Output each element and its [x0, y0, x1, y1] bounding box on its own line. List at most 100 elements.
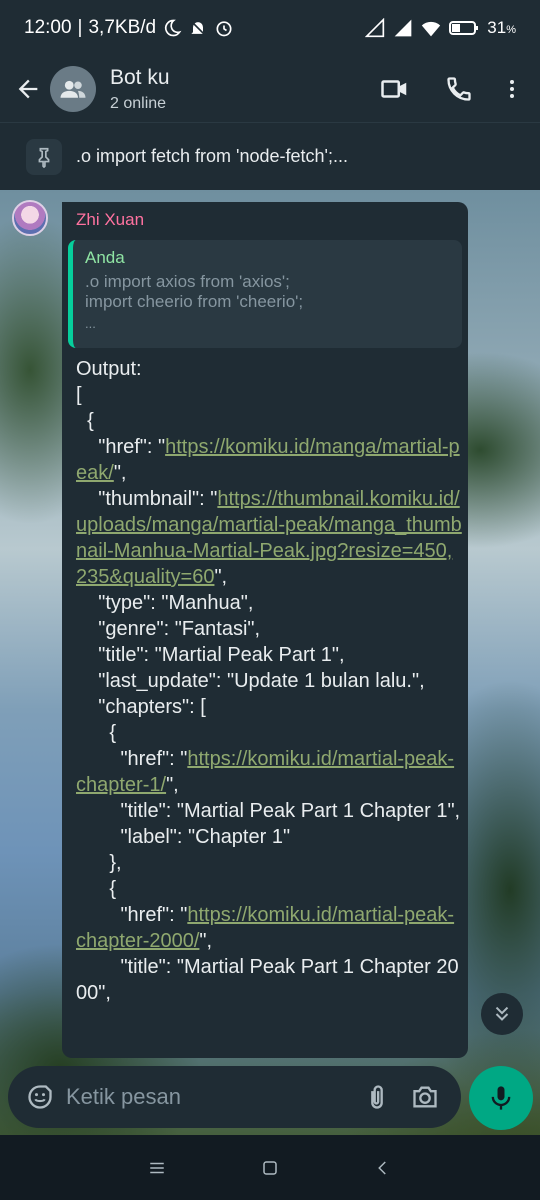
message-line-text: ",	[214, 566, 228, 588]
sender-avatar[interactable]	[12, 200, 48, 236]
chat-title-area[interactable]: Bot ku 2 online	[110, 66, 170, 113]
message-text: Output: [ { "href": "https://komiku.id/ma…	[76, 356, 462, 1006]
message-line-text: "href": "	[76, 436, 166, 458]
message-line: "last_update": "Update 1 bulan lalu.",	[76, 668, 462, 694]
double-chevron-down-icon	[495, 1006, 509, 1021]
scroll-to-bottom-button[interactable]	[481, 993, 523, 1035]
message-line-text: },	[76, 852, 122, 874]
message-line: "title": "Martial Peak Part 1 Chapter 1"…	[76, 798, 462, 824]
status-bar: 12:00 | 3,7KB/d 31%	[0, 0, 540, 56]
message-line: {	[76, 408, 462, 434]
emoji-button[interactable]	[18, 1075, 62, 1119]
message-line-text: "title": "Martial Peak Part 1 Chapter 1"…	[76, 800, 461, 822]
pin-icon	[38, 147, 50, 168]
message-line-text: {	[76, 878, 117, 900]
more-vert-icon	[510, 80, 514, 98]
message-line: {	[76, 876, 462, 902]
message-line-text: {	[76, 410, 94, 432]
message-composer	[8, 1066, 461, 1128]
message-line-text: "href": "	[76, 904, 188, 926]
message-line-text: "title": "Martial Peak Part 1 Chapter 20…	[76, 956, 459, 1004]
video-call-icon	[381, 80, 407, 98]
microphone-icon	[491, 1086, 511, 1110]
group-avatar[interactable]	[50, 66, 96, 112]
menu-lines-icon	[149, 1162, 164, 1174]
pinned-message-text: .o import fetch from 'node-fetch';...	[76, 146, 348, 166]
chevron-left-icon	[378, 1161, 387, 1175]
message-line: {	[76, 720, 462, 746]
wifi-icon	[422, 21, 441, 37]
bell-off-icon	[190, 20, 206, 36]
chat-subtitle: 2 online	[110, 94, 167, 112]
message-line-text: "last_update": "Update 1 bulan lalu.",	[76, 670, 425, 692]
message-input[interactable]	[66, 1084, 336, 1110]
message-line: "href": "https://komiku.id/manga/martial…	[76, 434, 462, 486]
attach-button[interactable]	[355, 1075, 399, 1119]
chat-header: Bot ku 2 online	[0, 56, 540, 122]
chat-title: Bot ku	[110, 65, 170, 89]
back-arrow-icon	[18, 79, 38, 99]
message-line: "thumbnail": "https://thumbnail.komiku.i…	[76, 486, 462, 590]
message-line-text: Output:	[76, 358, 142, 380]
message-bubble[interactable]: Zhi Xuan Anda .o import axios from 'axio…	[62, 202, 468, 1058]
status-net-speed: 3,7KB/d	[88, 17, 157, 38]
message-line: },	[76, 850, 462, 876]
alarm-icon	[216, 21, 232, 37]
nav-home-button[interactable]	[250, 1148, 290, 1188]
camera-button[interactable]	[403, 1075, 447, 1119]
message-line-text: ",	[199, 930, 213, 952]
group-avatar-icon	[60, 80, 86, 98]
status-time: 12:00	[24, 17, 72, 38]
nav-back-button[interactable]	[363, 1148, 403, 1188]
back-button[interactable]	[6, 67, 50, 111]
quoted-line-2: import cheerio from 'cheerio';	[85, 292, 304, 311]
signal-icon	[365, 18, 385, 38]
message-line-text: {	[76, 722, 117, 744]
battery-unit: %	[506, 24, 516, 36]
message-line-text: "label": "Chapter 1"	[76, 826, 291, 848]
camera-icon	[413, 1086, 437, 1108]
message-line-text: [	[76, 384, 82, 406]
message-line: [	[76, 382, 462, 408]
video-call-button[interactable]	[366, 65, 424, 113]
message-line-text: "href": "	[76, 748, 188, 770]
message-line-text: ",	[113, 462, 127, 484]
message-line-text: "type": "Manhua",	[76, 592, 254, 614]
system-nav-bar	[0, 1136, 540, 1200]
message-line: "chapters": [	[76, 694, 462, 720]
message-line-text: "genre": "Fantasi",	[76, 618, 261, 640]
status-left: 12:00 | 3,7KB/d	[24, 17, 234, 39]
moon-icon	[165, 19, 182, 37]
voice-call-button[interactable]	[430, 65, 488, 113]
message-line: "label": "Chapter 1"	[76, 824, 462, 850]
sender-name[interactable]: Zhi Xuan	[76, 210, 468, 230]
message-line: "title": "Martial Peak Part 1 Chapter 20…	[76, 954, 462, 1006]
message-line: "title": "Martial Peak Part 1",	[76, 642, 462, 668]
message-line: Output:	[76, 356, 462, 382]
emoji-icon	[28, 1085, 52, 1109]
voice-message-button[interactable]	[469, 1066, 533, 1130]
signal-icon-2	[394, 19, 412, 37]
phone-icon	[447, 77, 471, 101]
message-line-text: ",	[166, 774, 179, 796]
square-home-icon	[263, 1161, 277, 1175]
battery-level: 31	[487, 18, 507, 37]
battery-icon	[449, 21, 479, 35]
status-right: 31%	[365, 18, 516, 38]
header-actions	[366, 65, 530, 113]
message-line: "type": "Manhua",	[76, 590, 462, 616]
quoted-message[interactable]: Anda .o import axios from 'axios'; impor…	[68, 240, 462, 348]
more-options-button[interactable]	[494, 65, 530, 113]
message-line: "href": "https://komiku.id/martial-peak-…	[76, 902, 462, 954]
quoted-ellipsis: ...	[85, 316, 96, 331]
message-line-text: "thumbnail": "	[76, 488, 218, 510]
quoted-line-1: .o import axios from 'axios';	[85, 272, 290, 291]
pin-icon-box	[26, 138, 62, 175]
paperclip-icon	[371, 1085, 383, 1109]
status-divider: |	[77, 17, 83, 38]
pinned-message-bar[interactable]: .o import fetch from 'node-fetch';...	[0, 122, 540, 190]
message-line: "href": "https://komiku.id/martial-peak-…	[76, 746, 462, 798]
message-line: "genre": "Fantasi",	[76, 616, 462, 642]
nav-recents-button[interactable]	[137, 1148, 177, 1188]
quoted-author: Anda	[85, 248, 125, 267]
